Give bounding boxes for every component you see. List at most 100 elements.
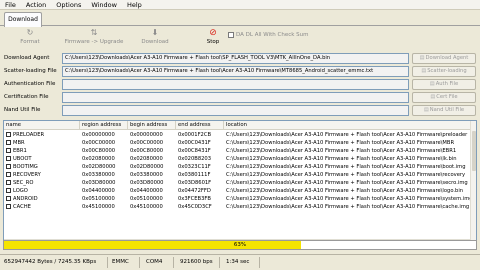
row-checkbox[interactable] <box>6 131 11 137</box>
table-row[interactable]: UBOOT 0x02080000 0x02080000 0x020B8203 C… <box>4 155 470 163</box>
row-region-address: 0x03380000 <box>82 172 115 178</box>
download-icon: ⬇ <box>151 28 159 37</box>
firmware-upgrade-button[interactable]: ⇅ Firmware -> Upgrade <box>58 28 130 48</box>
row-location: C:\Users\123\Downloads\Acer A3-A10 Firmw… <box>226 148 457 154</box>
row-region-address: 0x00000000 <box>82 132 115 138</box>
row-region-address: 0x05100000 <box>82 196 115 202</box>
tab-bar: Download <box>0 10 480 27</box>
format-button[interactable]: ↻ Format <box>17 28 43 48</box>
status-bar: 652947442 Bytes / 7245.35 KBps EMMC COM4… <box>0 254 480 270</box>
folder-icon: ▤ <box>430 94 436 100</box>
table-row[interactable]: EBR1 0x00C80000 0x00C80000 0x00C8431F C:… <box>4 147 470 155</box>
table-row[interactable]: PRELOADER 0x00000000 0x00000000 0x0001F2… <box>4 131 470 139</box>
table-row[interactable]: RECOVERY 0x03380000 0x03380000 0x0380111… <box>4 171 470 179</box>
row-location: C:\Users\123\Downloads\Acer A3-A10 Firmw… <box>226 172 466 178</box>
cert-file-button[interactable]: ▤Cert File <box>412 92 476 103</box>
menu-window[interactable]: Window <box>86 0 122 10</box>
scatter-loading-button-label: Scatter-loading <box>427 68 467 74</box>
row-begin-address: 0x04400000 <box>130 188 163 194</box>
download-agent-label: Download Agent <box>4 55 50 61</box>
auth-file-button[interactable]: ▤Auth File <box>412 79 476 90</box>
row-region-address: 0x02080000 <box>82 156 115 162</box>
table-row[interactable]: ANDROID 0x05100000 0x05100000 0x3FCEB3FB… <box>4 195 470 203</box>
row-end-address: 0x0323C11F <box>178 164 211 170</box>
download-button[interactable]: ⬇ Download <box>137 28 173 48</box>
folder-icon: ▤ <box>421 68 427 74</box>
row-end-address: 0x45C0D3CF <box>178 204 212 210</box>
nand-util-button-label: Nand Util File <box>429 107 465 113</box>
row-location: C:\Users\123\Downloads\Acer A3-A10 Firmw… <box>226 164 466 170</box>
folder-icon: ▤ <box>429 81 435 87</box>
menu-help[interactable]: Help <box>122 0 147 10</box>
cert-file-row: Certification File ▤Cert File <box>3 92 477 103</box>
row-location: C:\Users\123\Downloads\Acer A3-A10 Firmw… <box>226 132 468 138</box>
table-row[interactable]: BOOTIMG 0x02D80000 0x02D80000 0x0323C11F… <box>4 163 470 171</box>
vertical-scrollbar[interactable] <box>470 121 476 245</box>
scatter-file-row: Scatter-loading File C:\Users\123\Downlo… <box>3 66 477 77</box>
auth-file-field[interactable] <box>62 79 409 90</box>
row-location: C:\Users\123\Downloads\Acer A3-A10 Firmw… <box>226 188 464 194</box>
row-checkbox[interactable] <box>6 171 11 177</box>
menu-file[interactable]: File <box>0 0 21 10</box>
column-header-begin-address[interactable]: begin address <box>128 121 176 130</box>
row-begin-address: 0x02D80000 <box>130 164 164 170</box>
auth-file-label: Authentication File <box>4 81 56 87</box>
row-checkbox[interactable] <box>6 147 11 153</box>
row-name: EBR1 <box>13 148 27 154</box>
row-checkbox[interactable] <box>6 195 11 201</box>
auth-file-button-label: Auth File <box>435 81 459 87</box>
column-header-region-address[interactable]: region address <box>80 121 128 130</box>
table-row[interactable]: CACHE 0x45100000 0x45100000 0x45C0D3CF C… <box>4 203 470 211</box>
table-header: name region address begin address end ad… <box>4 121 476 130</box>
row-checkbox[interactable] <box>6 187 11 193</box>
row-name: PRELOADER <box>13 132 45 138</box>
row-location: C:\Users\123\Downloads\Acer A3-A10 Firmw… <box>226 140 455 146</box>
row-begin-address: 0x00C80000 <box>130 148 164 154</box>
row-begin-address: 0x00000000 <box>130 132 163 138</box>
status-storage-type: EMMC <box>110 257 140 268</box>
cert-file-field[interactable] <box>62 92 409 103</box>
row-checkbox[interactable] <box>6 155 11 161</box>
column-header-name[interactable]: name <box>4 121 80 130</box>
row-checkbox[interactable] <box>6 203 11 209</box>
download-agent-row: Download Agent C:\Users\123\Downloads\Ac… <box>3 53 477 64</box>
row-end-address: 0x00C8431F <box>178 148 211 154</box>
nand-util-button[interactable]: ▤Nand Util File <box>412 105 476 116</box>
menu-action[interactable]: Action <box>21 0 51 10</box>
row-region-address: 0x00C80000 <box>82 148 116 154</box>
menu-options[interactable]: Options <box>51 0 86 10</box>
table-row[interactable]: LOGO 0x04400000 0x04400000 0x04472FFD C:… <box>4 187 470 195</box>
column-header-location[interactable]: location <box>224 121 470 130</box>
download-progress-bar: 63% <box>3 240 477 250</box>
stop-icon: ⊘ <box>209 28 217 38</box>
row-end-address: 0x0001F2CB <box>178 132 212 138</box>
scrollbar-thumb[interactable] <box>472 131 476 171</box>
row-name: BOOTIMG <box>13 164 38 170</box>
stop-button[interactable]: ⊘ Stop <box>200 28 226 48</box>
row-end-address: 0x3FCEB3FB <box>178 196 211 202</box>
row-checkbox[interactable] <box>6 179 11 185</box>
dl-checksum-option[interactable]: DA DL All With Check Sum <box>228 32 309 38</box>
nand-util-field[interactable] <box>62 105 409 116</box>
row-name: LOGO <box>13 188 28 194</box>
partition-table: name region address begin address end ad… <box>3 120 477 246</box>
download-agent-field[interactable]: C:\Users\123\Downloads\Acer A3-A10 Firmw… <box>62 53 409 64</box>
dl-checksum-checkbox[interactable] <box>228 32 234 38</box>
download-agent-button[interactable]: ▤Download Agent <box>412 53 476 64</box>
row-begin-address: 0x03D80000 <box>130 180 164 186</box>
cert-file-button-label: Cert File <box>436 94 458 100</box>
table-row[interactable]: SEC_RO 0x03D80000 0x03D80000 0x03D8601F … <box>4 179 470 187</box>
row-checkbox[interactable] <box>6 163 11 169</box>
firmware-upgrade-icon: ⇅ <box>90 28 98 37</box>
table-row[interactable]: MBR 0x00C00000 0x00C00000 0x00C0431F C:\… <box>4 139 470 147</box>
scatter-loading-button[interactable]: ▤Scatter-loading <box>412 66 476 77</box>
scatter-file-field[interactable]: C:\Users\123\Downloads\Acer A3-A10 Firmw… <box>62 66 409 77</box>
row-checkbox[interactable] <box>6 139 11 145</box>
scatter-file-label: Scatter-loading File <box>4 68 57 74</box>
row-begin-address: 0x03380000 <box>130 172 163 178</box>
column-header-end-address[interactable]: end address <box>176 121 224 130</box>
tab-download[interactable]: Download <box>4 12 42 27</box>
row-end-address: 0x020B8203 <box>178 156 212 162</box>
row-location: C:\Users\123\Downloads\Acer A3-A10 Firmw… <box>226 204 470 210</box>
dl-checksum-label: DA DL All With Check Sum <box>236 32 309 38</box>
